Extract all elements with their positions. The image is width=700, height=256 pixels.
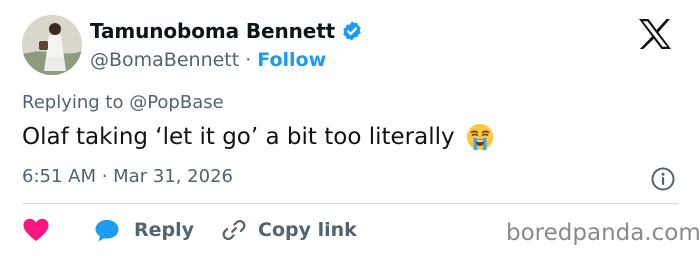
copy-link-button[interactable]: Copy link [222,218,357,242]
like-button[interactable] [22,217,50,243]
watermark: boredpanda.com [506,220,700,246]
tweet-card: Tamunoboma Bennett @BomaBennett · Follow… [0,0,700,256]
avatar[interactable] [22,15,82,75]
follow-button[interactable]: Follow [257,49,326,71]
author-handle[interactable]: @BomaBennett [90,49,239,71]
heart-icon [23,218,49,241]
verified-badge-icon [343,21,361,41]
reply-button[interactable]: Reply [94,218,194,242]
tweet-timestamp[interactable]: 6:51 AM · Mar 31, 2026 [22,166,233,187]
link-icon [222,219,246,241]
handle-separator: · [245,49,252,71]
action-bar: Reply Copy link [22,214,357,246]
x-logo-icon[interactable] [637,18,673,50]
avatar-image [22,15,82,75]
author-handle-row: @BomaBennett · Follow [90,46,326,74]
divider [22,203,678,204]
author-display-name[interactable]: Tamunoboma Bennett [90,19,335,43]
author-name-row: Tamunoboma Bennett [90,18,363,44]
reply-bubble-icon [95,220,119,242]
info-icon[interactable] [650,166,676,192]
reply-label: Reply [134,219,195,241]
tweet-text: Olaf taking ‘let it go’ a bit too litera… [22,122,495,152]
copy-link-label: Copy link [258,219,357,241]
loudly-crying-face-icon [466,123,493,151]
tweet-text-content: Olaf taking ‘let it go’ a bit too litera… [22,124,455,150]
reply-context[interactable]: Replying to @PopBase [22,92,224,113]
